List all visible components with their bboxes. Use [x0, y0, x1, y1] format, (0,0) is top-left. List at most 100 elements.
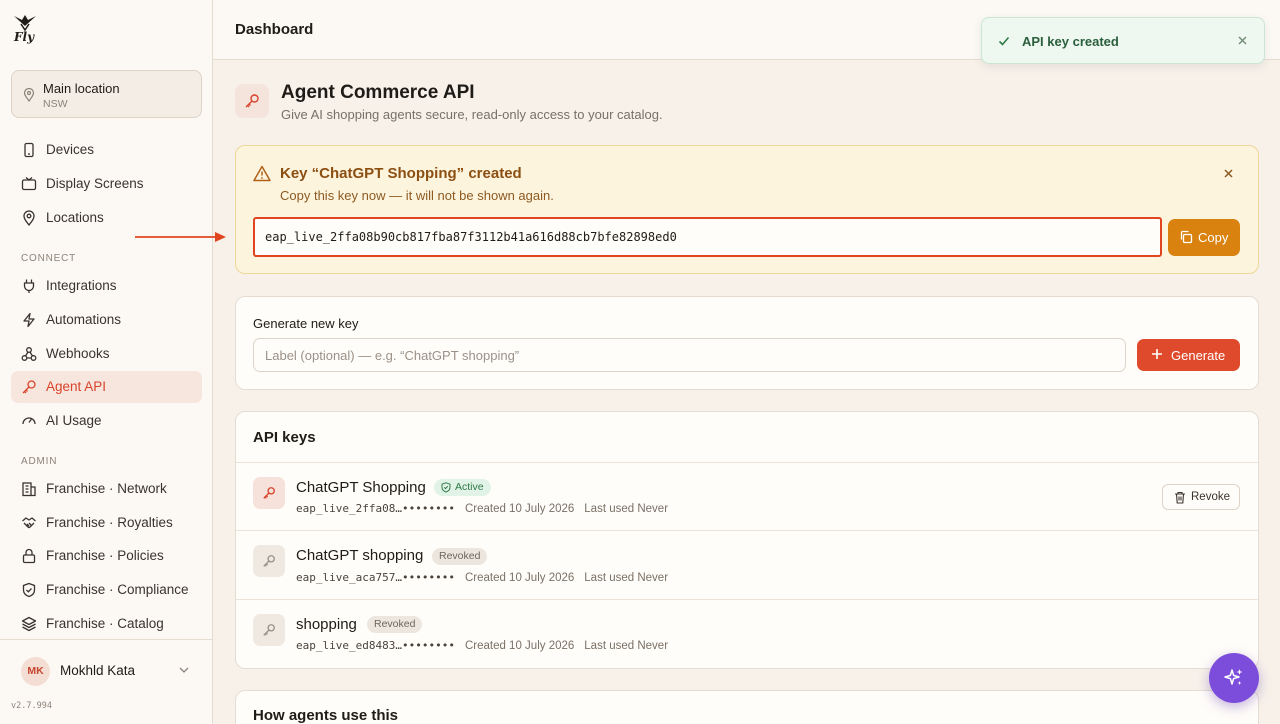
sidebar-item-label: Franchise · Network — [46, 481, 167, 496]
revoke-button[interactable]: Revoke — [1162, 484, 1240, 510]
key-last-used: Last used Never — [584, 503, 669, 515]
key-last-used: Last used Never — [584, 640, 669, 652]
status-badge-label: Active — [455, 481, 484, 493]
toast-notification: API key created — [981, 17, 1265, 64]
key-icon — [22, 380, 36, 394]
sidebar-item-label: Franchise · Policies — [46, 548, 164, 563]
device-icon — [24, 142, 34, 158]
toast-message: API key created — [1022, 34, 1119, 49]
key-created: Created 10 July 2026 — [464, 503, 575, 515]
sidebar-item-label: Locations — [46, 210, 104, 225]
warning-icon — [253, 165, 271, 182]
building-icon — [22, 482, 36, 497]
handshake-icon — [22, 517, 36, 529]
trash-icon — [1175, 491, 1185, 504]
sidebar-item-franchise-royalties[interactable]: Franchise · Royalties — [11, 507, 202, 539]
sidebar-item-label: Devices — [46, 142, 95, 157]
generate-button-label: Generate — [1171, 348, 1226, 363]
status-badge: Active — [434, 479, 491, 496]
sidebar-item-automations[interactable]: Automations — [11, 304, 202, 336]
avatar[interactable]: MK — [21, 657, 50, 686]
shield-check-icon — [22, 582, 36, 598]
key-meta: eap_live_2ffa08…•••••••• Created 10 July … — [296, 502, 668, 515]
layers-icon — [21, 616, 37, 632]
gauge-icon — [22, 417, 36, 425]
location-name: Main location — [43, 81, 120, 96]
key-meta: eap_live_ed8483…•••••••• Created 10 July … — [296, 639, 668, 652]
key-row-icon — [253, 477, 285, 509]
sidebar-item-devices[interactable]: Devices — [11, 134, 202, 166]
page-title: Agent Commerce API — [281, 82, 475, 103]
sidebar-item-franchise-compliance[interactable]: Franchise · Compliance — [11, 574, 202, 606]
revoke-button-label: Revoke — [1191, 491, 1230, 503]
key-row-icon — [253, 614, 285, 646]
key-label-input[interactable] — [253, 338, 1126, 372]
key-icon — [263, 624, 275, 636]
key-created: Created 10 July 2026 — [464, 572, 575, 584]
chevron-down-icon[interactable] — [178, 666, 190, 674]
sidebar-item-agent-api[interactable]: Agent API — [11, 371, 202, 403]
key-icon — [245, 94, 259, 108]
sidebar-item-webhooks[interactable]: Webhooks — [11, 338, 202, 370]
sidebar-item-integrations[interactable]: Integrations — [11, 270, 202, 302]
key-row-icon — [253, 545, 285, 577]
generate-button[interactable]: Generate — [1137, 339, 1240, 371]
sidebar-item-label: Automations — [46, 312, 122, 327]
created-key-subtitle: Copy this key now — it will not be shown… — [280, 188, 554, 203]
user-name[interactable]: Mokhld Kata — [60, 663, 135, 678]
sidebar-item-franchise-catalog[interactable]: Franchise · Catalog — [11, 608, 202, 640]
sidebar-item-label: Display Screens — [46, 176, 144, 191]
sidebar-item-label: Agent API — [46, 379, 107, 394]
location-selector[interactable]: Main location NSW — [11, 70, 202, 118]
key-name: ChatGPT shopping — [296, 547, 424, 564]
copy-button-label: Copy — [1198, 230, 1229, 245]
section-label-admin: ADMIN — [21, 456, 58, 467]
sidebar-item-ai-usage[interactable]: AI Usage — [11, 405, 202, 437]
sidebar-item-locations[interactable]: Locations — [11, 202, 202, 234]
divider — [236, 530, 1258, 531]
how-agents-title: How agents use this — [253, 707, 399, 724]
api-key-value-field[interactable]: eap_live_2ffa08b90cb817fba87f3112b41a616… — [253, 217, 1162, 257]
copy-button[interactable]: Copy — [1168, 219, 1240, 256]
key-prefix: eap_live_ed8483…•••••••• — [296, 639, 455, 652]
sidebar-item-label: Webhooks — [46, 346, 110, 361]
key-created: Created 10 July 2026 — [464, 640, 575, 652]
key-prefix: eap_live_aca757…•••••••• — [296, 571, 455, 584]
arrow-right-icon — [135, 232, 226, 242]
app-version: v2.7.994 — [11, 701, 52, 711]
key-icon — [263, 487, 275, 499]
sidebar-item-label: Integrations — [46, 278, 117, 293]
ai-assistant-button[interactable] — [1209, 653, 1259, 703]
key-prefix: eap_live_2ffa08…•••••••• — [296, 502, 455, 515]
page-subtitle: Give AI shopping agents secure, read-onl… — [281, 107, 663, 122]
status-badge: Revoked — [432, 548, 488, 565]
close-icon[interactable] — [1223, 168, 1234, 179]
plug-icon — [23, 279, 35, 293]
location-pin-icon — [23, 88, 35, 102]
sparkles-icon — [1224, 669, 1243, 685]
generate-key-label: Generate new key — [253, 316, 359, 331]
sidebar-item-display-screens[interactable]: Display Screens — [11, 168, 202, 200]
divider — [236, 462, 1258, 463]
webhook-icon — [21, 347, 37, 361]
key-icon — [263, 555, 275, 567]
key-meta: eap_live_aca757…•••••••• Created 10 July … — [296, 571, 668, 584]
status-badge: Revoked — [367, 616, 423, 633]
sidebar-item-label: AI Usage — [46, 413, 102, 428]
section-label-connect: CONNECT — [21, 253, 77, 264]
sidebar-item-franchise-network[interactable]: Franchise · Network — [11, 473, 202, 505]
page-key-icon — [235, 84, 269, 118]
check-icon — [998, 36, 1010, 46]
sidebar-item-franchise-policies[interactable]: Franchise · Policies — [11, 540, 202, 572]
sidebar-item-label: Franchise · Compliance — [46, 582, 189, 597]
location-region: NSW — [43, 98, 68, 110]
plus-icon — [1152, 349, 1162, 359]
shield-check-icon — [441, 482, 451, 493]
sidebar-item-label: Franchise · Catalog — [46, 616, 164, 631]
copy-icon — [1180, 230, 1193, 244]
close-icon[interactable] — [1237, 35, 1248, 46]
page-heading: Dashboard — [235, 21, 314, 38]
key-last-used: Last used Never — [584, 572, 669, 584]
display-icon — [21, 177, 37, 191]
key-name: ChatGPT Shopping — [296, 479, 426, 496]
